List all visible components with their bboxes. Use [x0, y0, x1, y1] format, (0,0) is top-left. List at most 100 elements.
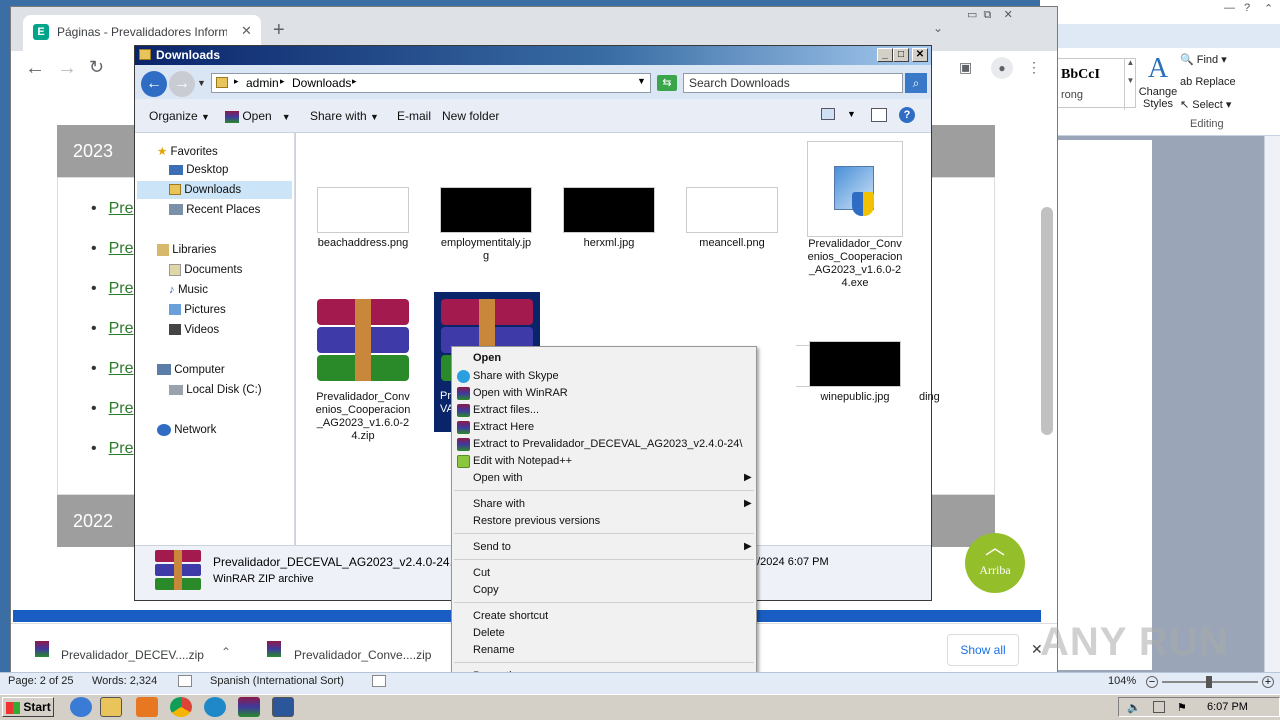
menu-edit-notepad[interactable]: Edit with Notepad++: [473, 453, 572, 470]
chrome-icon[interactable]: [170, 697, 192, 717]
minimize-icon[interactable]: _: [877, 48, 893, 62]
history-dropdown-icon[interactable]: ▼: [197, 78, 206, 88]
nav-downloads[interactable]: Downloads: [169, 184, 241, 196]
sidebar-icon[interactable]: ▣: [959, 59, 972, 76]
file-name[interactable]: beachaddress.png: [315, 237, 411, 250]
menu-cut[interactable]: Cut: [473, 565, 490, 582]
search-input[interactable]: Search Downloads: [683, 73, 903, 93]
installer-icon[interactable]: [807, 141, 903, 237]
search-icon[interactable]: ⌕: [905, 73, 927, 93]
image-thumbnail[interactable]: [317, 187, 409, 233]
image-thumbnail[interactable]: [809, 341, 901, 387]
menu-create-shortcut[interactable]: Create shortcut: [473, 608, 548, 625]
winrar-archive-icon[interactable]: [317, 299, 409, 381]
nav-favorites[interactable]: ★ Favorites: [157, 144, 218, 158]
email-button[interactable]: E-mail: [397, 109, 431, 123]
new-tab-icon[interactable]: +: [273, 19, 285, 42]
menu-copy[interactable]: Copy: [473, 582, 499, 599]
restore-icon[interactable]: ⧉: [984, 9, 992, 21]
zoom-out-icon[interactable]: −: [1146, 676, 1158, 688]
proofing-icon[interactable]: [178, 675, 192, 687]
document-page[interactable]: [1056, 140, 1152, 670]
status-words[interactable]: Words: 2,324: [92, 675, 157, 687]
chevron-right-icon[interactable]: ▸: [280, 76, 285, 87]
menu-extract-to[interactable]: Extract to Prevalidador_DECEVAL_AG2023_v…: [473, 436, 742, 453]
download-item-2[interactable]: Prevalidador_Conve....zip: [294, 648, 431, 662]
nav-desktop[interactable]: Desktop: [169, 164, 228, 176]
replace-button[interactable]: ab Replace: [1180, 76, 1236, 88]
zoom-slider-thumb[interactable]: [1206, 676, 1212, 688]
menu-rename[interactable]: Rename: [473, 642, 515, 659]
file-name[interactable]: Prevalidador_Convenios_Cooperacion_AG202…: [807, 238, 903, 290]
status-language[interactable]: Spanish (International Sort): [210, 675, 344, 687]
file-name[interactable]: employmentitaly.jpg: [438, 237, 534, 263]
preview-pane-icon[interactable]: [871, 108, 887, 122]
forward-icon[interactable]: →: [57, 57, 77, 80]
flag-icon[interactable]: ⚑: [1177, 701, 1187, 714]
image-thumbnail[interactable]: [440, 187, 532, 233]
file-name[interactable]: Prevalidador_Convenios_Cooperacion_AG202…: [315, 391, 411, 443]
chevron-right-icon[interactable]: ▸: [352, 76, 357, 87]
tab-search-icon[interactable]: ⌄: [933, 21, 943, 35]
media-player-icon[interactable]: [136, 697, 158, 717]
link-item[interactable]: Pre: [91, 240, 134, 258]
nav-pictures[interactable]: Pictures: [169, 304, 226, 316]
new-folder-button[interactable]: New folder: [442, 109, 499, 123]
file-name[interactable]: winepublic.jpg: [807, 391, 903, 404]
back-icon[interactable]: ←: [141, 71, 167, 97]
link-item[interactable]: Pre: [91, 360, 134, 378]
nav-local-disk[interactable]: Local Disk (C:): [169, 384, 262, 396]
macro-icon[interactable]: [372, 675, 386, 687]
find-button[interactable]: 🔍 Find ▾: [1180, 53, 1227, 66]
close-tab-icon[interactable]: ✕: [241, 23, 252, 39]
nav-computer[interactable]: Computer: [157, 364, 225, 376]
zoom-level[interactable]: 104%: [1108, 675, 1136, 687]
open-button[interactable]: Open ▼: [225, 109, 291, 123]
nav-videos[interactable]: Videos: [169, 324, 219, 336]
menu-share-with[interactable]: Share with: [473, 496, 525, 513]
start-button[interactable]: Start: [2, 697, 54, 717]
volume-icon[interactable]: 🔈: [1127, 701, 1141, 714]
view-dropdown-icon[interactable]: ▼: [847, 109, 856, 119]
menu-send-to[interactable]: Send to: [473, 539, 511, 556]
nav-documents[interactable]: Documents: [169, 264, 242, 276]
change-styles-button[interactable]: A Change Styles: [1136, 52, 1180, 110]
link-item[interactable]: Pre: [91, 400, 134, 418]
minimize-icon[interactable]: ▭: [967, 9, 977, 21]
organize-button[interactable]: Organize ▼: [149, 109, 210, 123]
breadcrumb-downloads[interactable]: Downloads: [292, 76, 351, 90]
link-item[interactable]: Pre: [91, 280, 134, 298]
nav-network[interactable]: Network: [157, 424, 216, 436]
word-taskbar-icon[interactable]: [272, 697, 294, 717]
menu-restore[interactable]: Restore previous versions: [473, 513, 600, 530]
chevron-icon[interactable]: ⌃: [1264, 2, 1273, 15]
back-to-top-button[interactable]: ︿ Arriba: [965, 533, 1025, 593]
show-all-button[interactable]: Show all: [947, 634, 1019, 666]
profile-avatar-icon[interactable]: ●: [991, 57, 1013, 79]
menu-delete[interactable]: Delete: [473, 625, 505, 642]
file-name[interactable]: herxml.jpg: [561, 237, 657, 250]
nav-libraries[interactable]: Libraries: [157, 244, 216, 256]
link-item[interactable]: Pre: [91, 200, 134, 218]
share-with-button[interactable]: Share with ▼: [310, 109, 379, 123]
help-icon[interactable]: ?: [1244, 2, 1250, 14]
select-button[interactable]: ↖ Select ▾: [1180, 98, 1231, 111]
address-dropdown-icon[interactable]: ▼: [637, 76, 646, 86]
menu-share-skype[interactable]: Share with Skype: [473, 368, 559, 385]
menu-icon[interactable]: ⋮: [1027, 59, 1041, 76]
nav-recent-places[interactable]: Recent Places: [169, 204, 260, 216]
file-name-partial[interactable]: ding: [919, 391, 940, 403]
zoom-in-icon[interactable]: +: [1262, 676, 1274, 688]
menu-open-winrar[interactable]: Open with WinRAR: [473, 385, 568, 402]
help-icon[interactable]: ?: [899, 107, 915, 123]
menu-extract-files[interactable]: Extract files...: [473, 402, 539, 419]
winrar-taskbar-icon[interactable]: [238, 697, 260, 717]
address-bar[interactable]: ▸ admin ▸ Downloads ▸ ▼: [211, 73, 651, 93]
edge-icon[interactable]: [204, 697, 226, 717]
ie-icon[interactable]: [70, 697, 92, 717]
explorer-taskbar-icon[interactable]: [100, 697, 122, 717]
menu-open[interactable]: Open: [473, 350, 501, 367]
refresh-icon[interactable]: ⇆: [657, 75, 677, 91]
link-item[interactable]: Pre: [91, 440, 134, 458]
close-icon[interactable]: ✕: [1004, 9, 1013, 21]
